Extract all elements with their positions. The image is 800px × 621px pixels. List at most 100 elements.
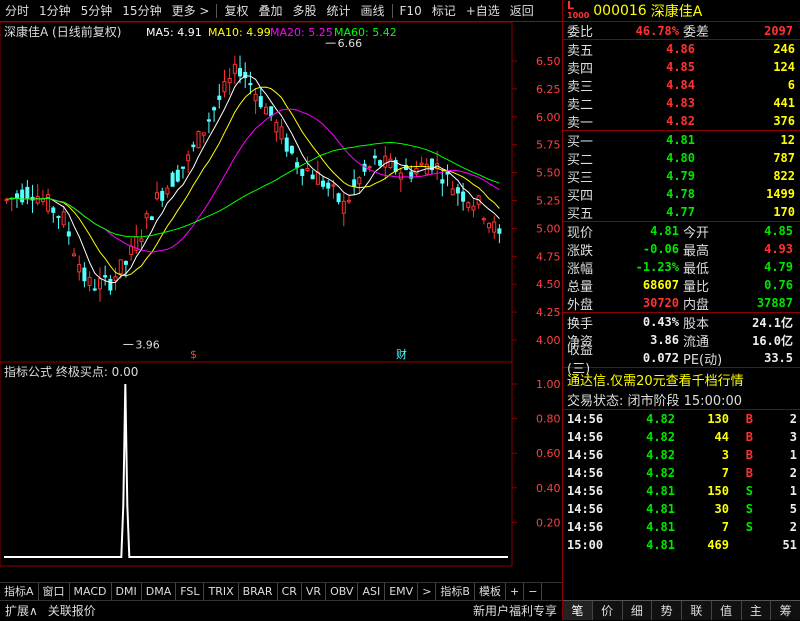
stat-row: 涨幅 -1.23% 最低 4.79 xyxy=(563,258,800,277)
candle-body xyxy=(238,68,243,77)
book-row[interactable]: 买二 4.80 787 xyxy=(563,149,800,168)
fundamental-stats: 换手 0.43% 股本 24.1亿 净资 3.86 流通 16.0亿 收益(三) 0.072 PE(… xyxy=(563,313,800,377)
candle-body xyxy=(82,267,87,282)
toolbar-item-10[interactable]: F10 xyxy=(395,0,427,22)
ad-row[interactable]: 通达信.仅需20元查看千档行情 xyxy=(563,368,800,390)
toolbar-item-3[interactable]: 15分钟 xyxy=(117,0,166,22)
event-mark-finance[interactable]: 财 xyxy=(396,347,407,361)
candle-body xyxy=(419,162,424,166)
indicator-tab-13[interactable]: > xyxy=(418,582,437,601)
indicator-tab-8[interactable]: CR xyxy=(278,582,302,601)
toolbar-item-2[interactable]: 5分钟 xyxy=(76,0,118,22)
right-tab-5[interactable]: 值 xyxy=(712,601,742,620)
indicator-tab-10[interactable]: OBV xyxy=(326,582,359,601)
toolbar-item-9[interactable]: 画线 xyxy=(356,0,390,22)
ma60-line xyxy=(6,141,500,238)
indicator-tab-2[interactable]: MACD xyxy=(70,582,112,601)
candle-body xyxy=(388,158,393,168)
right-tab-2[interactable]: 细 xyxy=(623,601,653,620)
kline-chart[interactable]: 深康佳A (日线前复权) MA5: 4.91 MA10: 4.99 MA20: 5.2… xyxy=(0,21,561,583)
right-tab-7[interactable]: 筹 xyxy=(771,601,800,620)
candle-body xyxy=(108,278,113,291)
book-label: 卖五 xyxy=(567,43,594,59)
candle-body xyxy=(149,216,154,221)
ad-text[interactable]: 通达信.仅需20元查看千档行情 xyxy=(563,370,744,389)
book-volume: 822 xyxy=(773,169,795,183)
book-price: 4.77 xyxy=(666,205,695,219)
toolbar-item-13[interactable]: 返回 xyxy=(505,0,539,22)
expand-button[interactable]: 扩展∧ xyxy=(0,602,43,619)
indicator-tab-11[interactable]: ASI xyxy=(358,582,386,601)
candle-body xyxy=(450,188,455,196)
indicator-tab-9[interactable]: VR xyxy=(302,582,327,601)
candle-body xyxy=(346,199,351,203)
book-price: 4.81 xyxy=(666,133,695,147)
tick-volume: 3 xyxy=(721,448,729,462)
book-row[interactable]: 买一 4.81 12 xyxy=(563,131,800,150)
indicator-tab-12[interactable]: EMV xyxy=(385,582,419,601)
book-row[interactable]: 买四 4.78 1499 xyxy=(563,185,800,204)
indicator-tab-16[interactable]: + xyxy=(506,582,525,601)
low-marker: 3.96 xyxy=(135,338,160,351)
book-row[interactable]: 买五 4.77 170 xyxy=(563,203,800,222)
related-quote-button[interactable]: 关联报价 xyxy=(43,602,101,619)
book-row[interactable]: 买三 4.79 822 xyxy=(563,167,800,186)
book-row[interactable]: 卖四 4.85 124 xyxy=(563,58,800,77)
right-tab-1[interactable]: 价 xyxy=(593,601,623,620)
indicator-tab-5[interactable]: FSL xyxy=(176,582,205,601)
toolbar-item-5[interactable]: 复权 xyxy=(219,0,253,22)
right-tab-0[interactable]: 笔 xyxy=(563,601,593,620)
tick-count: 3 xyxy=(789,430,797,444)
toolbar-item-4[interactable]: 更多 > xyxy=(167,0,215,22)
book-row[interactable]: 卖五 4.86 246 xyxy=(563,40,800,59)
candle-body xyxy=(269,106,274,117)
indicator-tab-1[interactable]: 窗口 xyxy=(39,582,70,601)
book-row[interactable]: 卖一 4.82 376 xyxy=(563,112,800,131)
stat-label: 外盘 xyxy=(567,297,594,313)
indicator-tab-17[interactable]: − xyxy=(524,582,543,601)
tick-price: 4.82 xyxy=(646,430,675,444)
toolbar-item-7[interactable]: 多股 xyxy=(287,0,321,22)
toolbar-item-8[interactable]: 统计 xyxy=(322,0,356,22)
promo-link[interactable]: 新用户福利专享 xyxy=(468,602,562,619)
toolbar-item-6[interactable]: 叠加 xyxy=(253,0,287,22)
level-badge: L 1000 xyxy=(567,0,590,20)
indicator-tab-14[interactable]: 指标B xyxy=(436,582,475,601)
book-label: 卖一 xyxy=(567,115,594,131)
chart-svg[interactable]: 深康佳A (日线前复权) MA5: 4.91 MA10: 4.99 MA20: 5.2… xyxy=(0,21,561,583)
tick-count: 1 xyxy=(789,448,797,462)
indicator-tab-4[interactable]: DMA xyxy=(142,582,177,601)
book-row[interactable]: 卖二 4.83 441 xyxy=(563,94,800,113)
indicator-tab-3[interactable]: DMI xyxy=(112,582,142,601)
indicator-tick-label: 0.40 xyxy=(536,482,560,495)
candle-body xyxy=(113,276,118,281)
toolbar-item-12[interactable]: +自选 xyxy=(461,0,505,22)
toolbar-item-0[interactable]: 分时 xyxy=(0,0,34,22)
fund-value: 33.5 xyxy=(764,351,793,365)
book-label: 卖四 xyxy=(567,61,594,77)
indicator-tab-15[interactable]: 模板 xyxy=(475,582,506,601)
fund-row: 换手 0.43% 股本 24.1亿 xyxy=(563,313,800,332)
toolbar-item-1[interactable]: 1分钟 xyxy=(34,0,76,22)
fund-label: PE(动) xyxy=(683,352,723,368)
candle-body xyxy=(331,184,336,187)
indicator-tab-6[interactable]: TRIX xyxy=(204,582,239,601)
candle-body xyxy=(139,238,144,242)
event-mark-dividend[interactable]: $ xyxy=(190,348,197,361)
candle-body xyxy=(51,207,56,213)
indicator-tab-7[interactable]: BRAR xyxy=(239,582,278,601)
indicator-title: 指标公式 终极买点: 0.00 xyxy=(4,364,138,379)
right-tab-3[interactable]: 势 xyxy=(652,601,682,620)
right-tab-6[interactable]: 主 xyxy=(742,601,772,620)
right-tab-4[interactable]: 联 xyxy=(682,601,712,620)
candle-body xyxy=(66,231,71,237)
indicator-tab-0[interactable]: 指标A xyxy=(0,582,39,601)
toolbar-item-11[interactable]: 标记 xyxy=(427,0,461,22)
tick-price: 4.81 xyxy=(646,538,675,552)
chart-title: 深康佳A (日线前复权) xyxy=(4,24,121,39)
book-row[interactable]: 卖三 4.84 6 xyxy=(563,76,800,95)
book-volume: 170 xyxy=(773,205,795,219)
candle-body xyxy=(284,137,289,152)
candle-body xyxy=(352,179,357,187)
price-tick-label: 6.25 xyxy=(536,83,560,96)
